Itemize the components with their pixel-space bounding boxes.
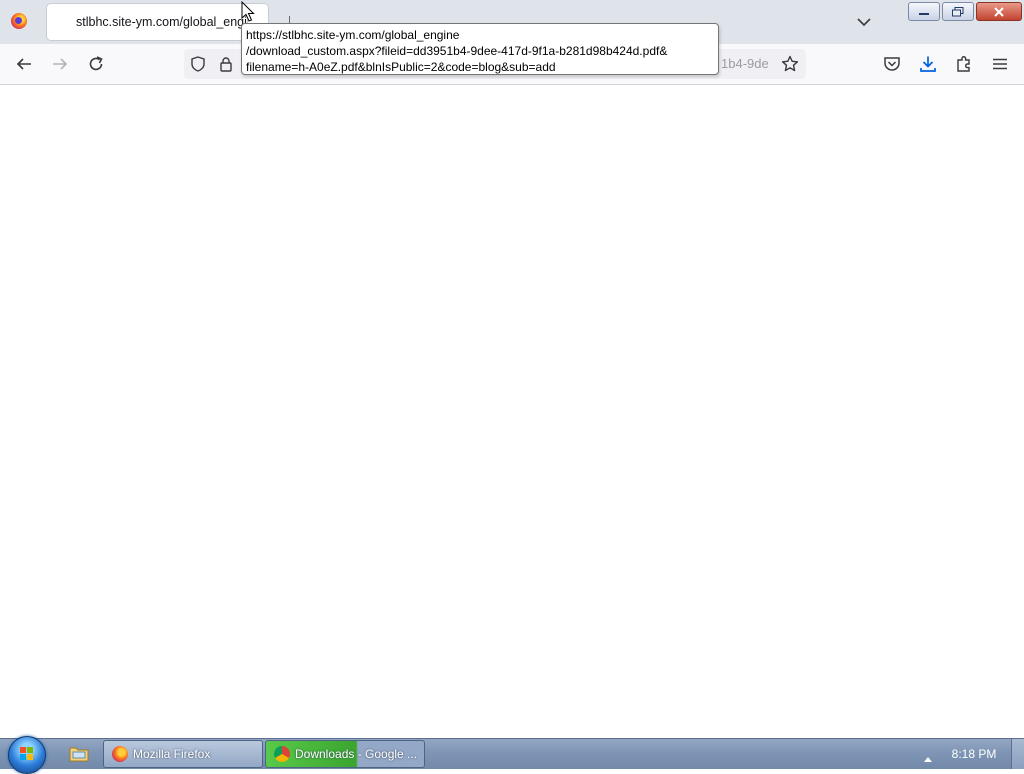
taskbar-item-label: Mozilla Firefox bbox=[133, 747, 211, 761]
taskbar: Mozilla Firefox Downloads - Google ... 8… bbox=[0, 736, 1024, 774]
tooltip-line: filename=h-A0eZ.pdf&blnIsPublic=2&code=b… bbox=[246, 60, 556, 74]
close-button[interactable] bbox=[976, 2, 1022, 21]
show-hidden-icons-icon[interactable] bbox=[922, 749, 934, 762]
chevron-down-icon[interactable] bbox=[854, 12, 874, 32]
start-button[interactable] bbox=[8, 736, 46, 774]
star-icon[interactable] bbox=[780, 54, 800, 74]
arrow-left-icon[interactable] bbox=[14, 54, 34, 74]
reload-icon[interactable] bbox=[86, 54, 106, 74]
download-icon[interactable] bbox=[918, 54, 938, 74]
url-text[interactable]: 1b4-9de bbox=[721, 56, 773, 71]
minimize-icon bbox=[919, 12, 929, 15]
tooltip-line: /download_custom.aspx?fileid=dd3951b4-9d… bbox=[246, 44, 668, 58]
page-content bbox=[0, 85, 1024, 738]
arrow-right-icon[interactable] bbox=[50, 54, 70, 74]
minimize-button[interactable] bbox=[908, 2, 940, 21]
close-icon bbox=[994, 6, 1004, 17]
tooltip-line: https://stlbhc.site-ym.com/global_engine bbox=[246, 28, 460, 42]
windows-logo-icon bbox=[20, 747, 33, 760]
system-clock[interactable]: 8:18 PM bbox=[944, 747, 1004, 761]
taskbar-item-chrome[interactable]: Downloads - Google ... bbox=[265, 740, 425, 768]
chrome-icon bbox=[274, 746, 290, 762]
pocket-icon[interactable] bbox=[882, 54, 902, 74]
show-desktop-button[interactable] bbox=[1011, 739, 1024, 769]
firefox-icon bbox=[112, 746, 128, 762]
tab-active[interactable]: stlbhc.site-ym.com/global_engine bbox=[47, 4, 268, 40]
folder-icon[interactable] bbox=[69, 745, 89, 762]
restore-icon bbox=[952, 6, 964, 16]
taskbar-item-firefox[interactable]: Mozilla Firefox bbox=[103, 740, 263, 768]
shield-icon[interactable] bbox=[188, 54, 208, 74]
puzzle-icon[interactable] bbox=[954, 54, 974, 74]
restore-button[interactable] bbox=[942, 2, 974, 21]
tab-title: stlbhc.site-ym.com/global_engine bbox=[76, 15, 248, 29]
lock-icon[interactable] bbox=[216, 54, 236, 74]
link-tooltip: https://stlbhc.site-ym.com/global_engine… bbox=[241, 23, 719, 75]
window-controls bbox=[908, 2, 1022, 21]
mouse-cursor-icon bbox=[241, 0, 255, 23]
hamburger-menu-icon[interactable] bbox=[990, 54, 1010, 74]
firefox-logo-icon[interactable] bbox=[11, 13, 27, 29]
taskbar-item-label: Downloads - Google ... bbox=[295, 747, 418, 761]
